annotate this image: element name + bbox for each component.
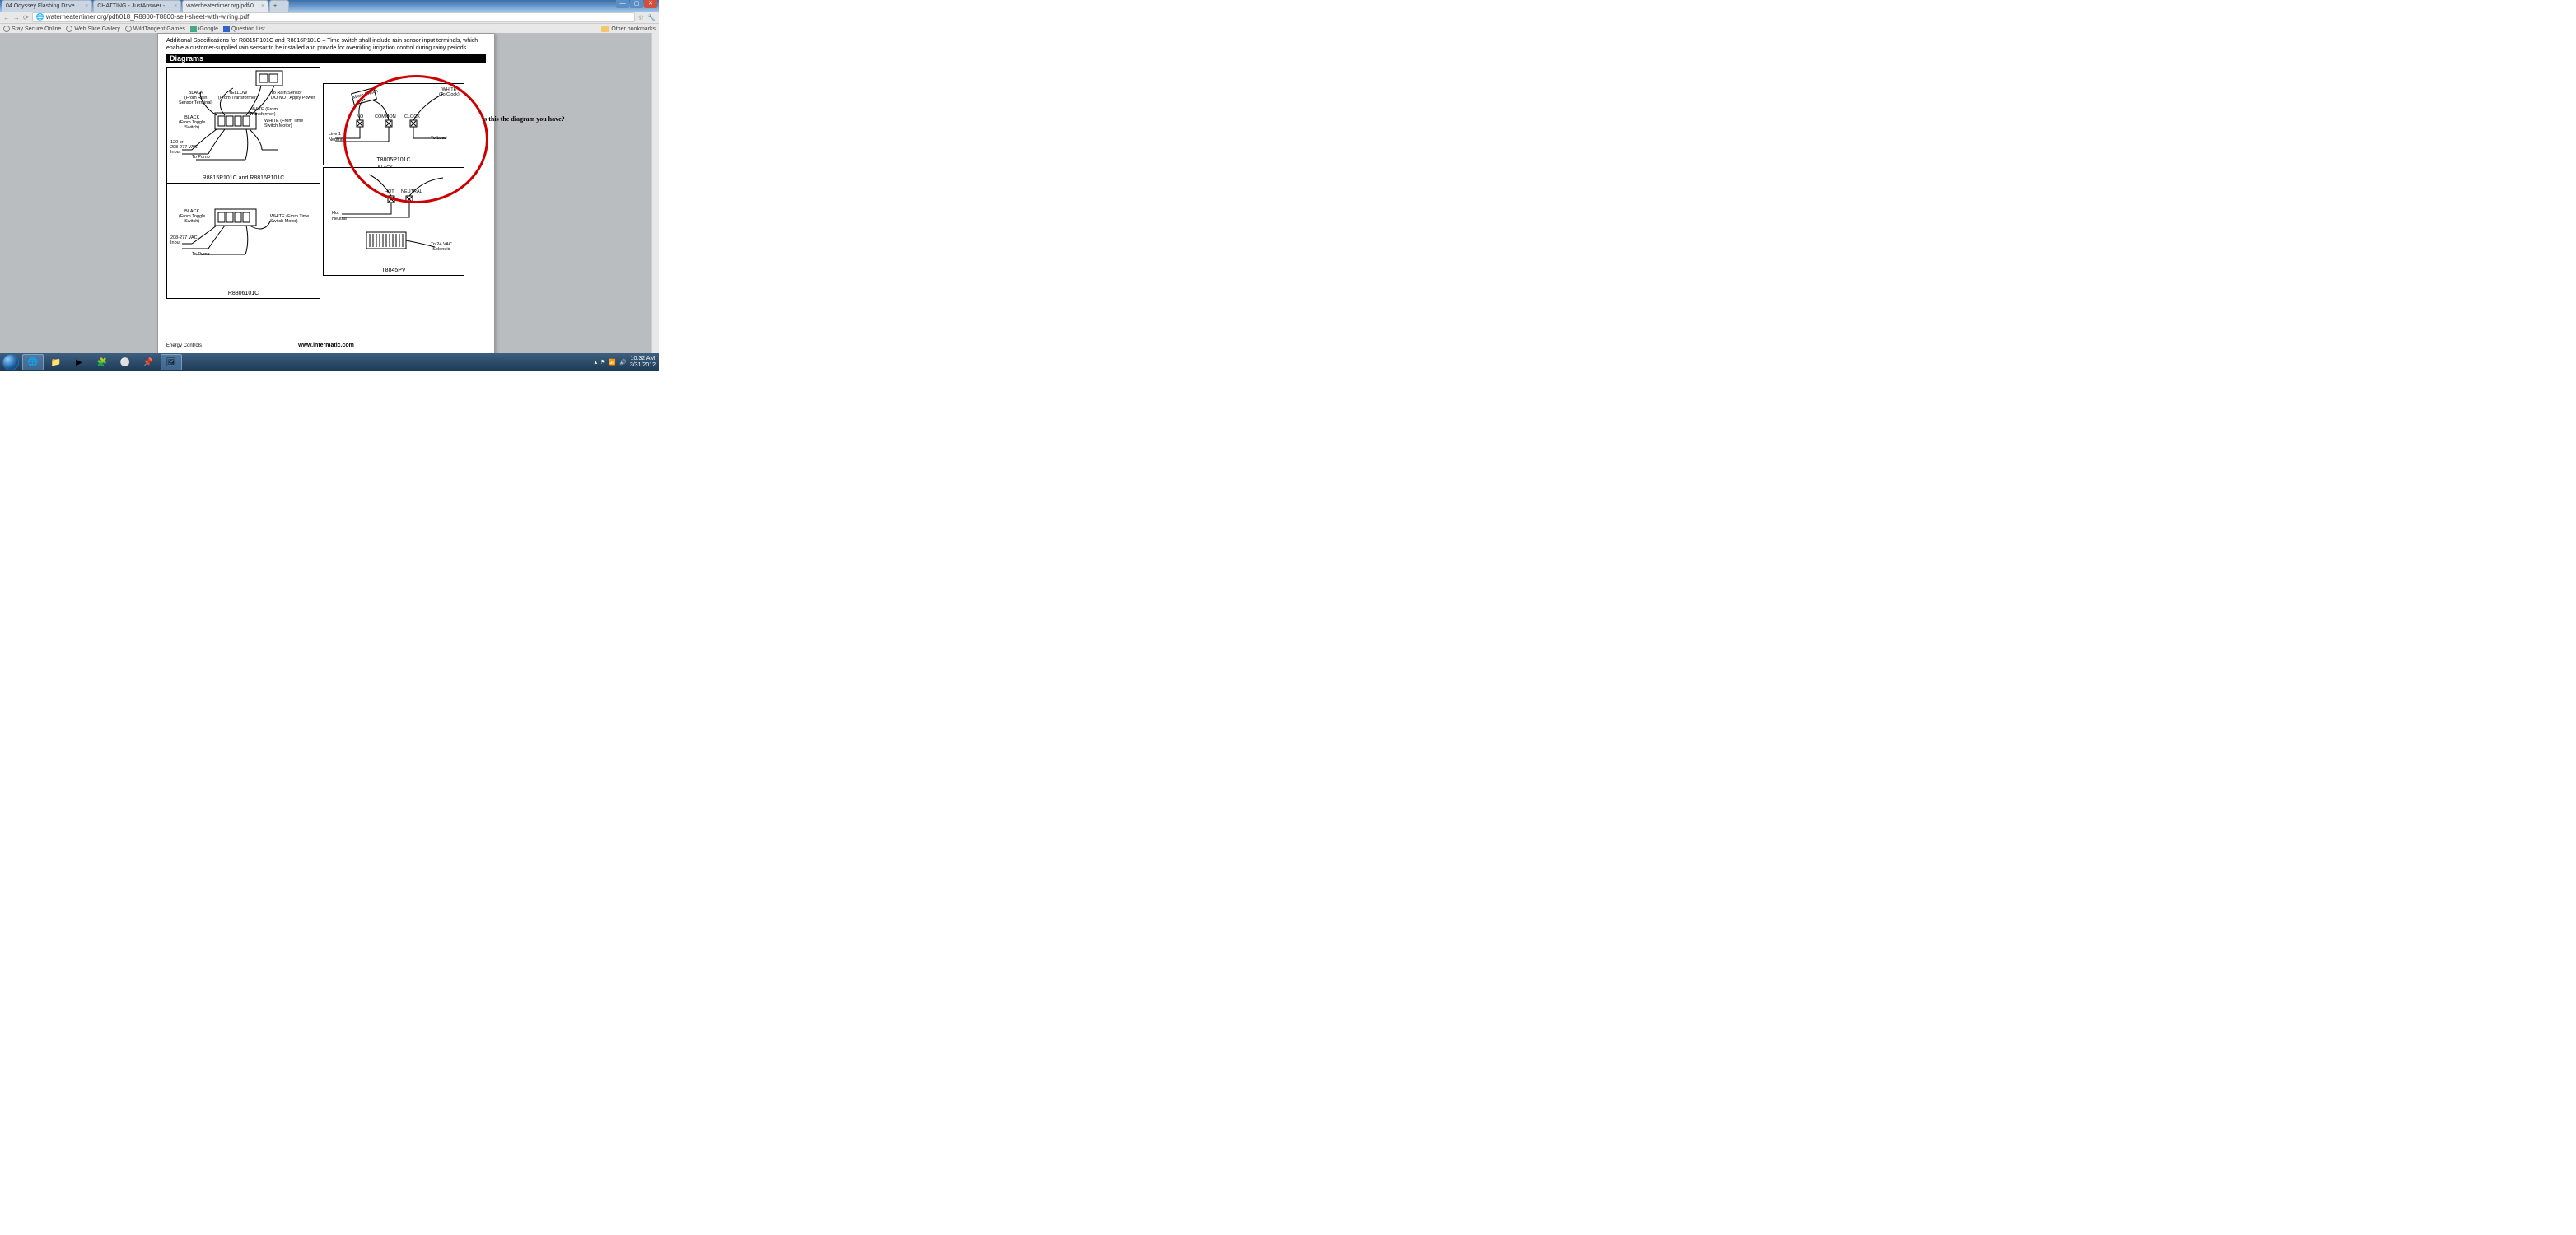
bookmark-wildtangent[interactable]: WildTangent Games xyxy=(125,26,185,32)
diagram-r8815-r8816: BLACK(From RainSensor Terminal) YELLOW(F… xyxy=(166,67,320,184)
wiring-svg xyxy=(324,168,464,275)
label-solenoid: To 24 VACSolenoid xyxy=(431,242,452,252)
taskbar-pin[interactable]: 📌 xyxy=(138,354,159,370)
clock-date: 3/31/2012 xyxy=(630,362,656,369)
label-neutral: Neutral xyxy=(329,137,343,142)
tray-flag-icon[interactable]: ⚑ xyxy=(600,359,605,366)
label-to-load: To Load xyxy=(431,136,447,141)
taskbar-media[interactable]: ▶ xyxy=(68,354,90,370)
folder-icon xyxy=(601,26,609,32)
other-bookmarks[interactable]: Other bookmarks xyxy=(601,26,656,32)
url-input[interactable]: 🌐 waterheatertimer.org/pdf/018_R8800-T88… xyxy=(32,12,635,22)
new-tab-button[interactable]: + xyxy=(269,0,289,12)
tab-label: 04 Odyssey Flashing Drive l… xyxy=(6,2,83,11)
diagram-t8805: Micro Switch WHITE(To Clock) NO COMMON C… xyxy=(323,83,464,165)
diagram-t8845: HOT NEUTRAL Hot Neutral To 24 VACSolenoi… xyxy=(323,167,464,276)
clock-time: 10:32 AM xyxy=(630,356,656,362)
label-white-motor: WHITE (From TimeSwitch Motor) xyxy=(270,214,309,224)
app-icon xyxy=(190,26,197,32)
tab-label: CHATTING - JustAnswer - … xyxy=(97,2,172,11)
label-line1: Line 1 xyxy=(329,132,341,137)
tray-volume-icon[interactable]: 🔊 xyxy=(619,359,627,366)
tray-network-icon[interactable]: 📶 xyxy=(609,359,616,366)
close-tab-icon[interactable]: × xyxy=(261,2,264,11)
start-button[interactable] xyxy=(0,353,21,371)
reload-button[interactable]: ⟳ xyxy=(23,14,29,21)
label-neutral-t: NEUTRAL xyxy=(401,189,422,194)
diagrams-header: Diagrams xyxy=(166,54,486,63)
window-buttons: — ▢ ✕ xyxy=(615,0,657,8)
globe-icon: 🌐 xyxy=(36,13,44,21)
taskbar-explorer[interactable]: 📁 xyxy=(45,354,67,370)
spec-paragraph: Additional Specifications for R8815P101C… xyxy=(158,34,494,54)
label-black-toggle: BLACK(From ToggleSwitch) xyxy=(179,115,205,130)
globe-icon xyxy=(125,26,132,32)
label-white-motor: WHITE (From TimeSwitch Motor) xyxy=(264,119,303,128)
label-hot-t: HOT xyxy=(385,189,394,194)
bookmark-star-icon[interactable]: ☆ xyxy=(638,14,644,21)
label-clock: CLOCK xyxy=(404,114,420,119)
label-rain-sensor: To Rain SensorDO NOT Apply Power xyxy=(271,91,315,100)
browser-tab-2[interactable]: waterheatertimer.org/pdf/0… × xyxy=(182,0,268,12)
label-neutral: Neutral xyxy=(332,217,347,221)
label-vac: 208-277 VACInput xyxy=(170,235,198,245)
system-tray[interactable]: ▴ ⚑ 📶 🔊 10:32 AM 3/31/2012 xyxy=(595,356,659,369)
browser-tab-0[interactable]: 04 Odyssey Flashing Drive l… × xyxy=(2,0,92,12)
app-icon xyxy=(223,26,230,32)
taskbar-app1[interactable]: 🧩 xyxy=(91,354,113,370)
maximize-button[interactable]: ▢ xyxy=(630,0,643,8)
url-text: waterheatertimer.org/pdf/018_R8800-T8800… xyxy=(46,13,249,21)
bookmark-igoogle[interactable]: iGoogle xyxy=(190,26,218,32)
diagram3-caption: T8805P101C xyxy=(324,157,464,163)
tray-chevron-icon[interactable]: ▴ xyxy=(595,359,598,366)
label-pump: To Pump xyxy=(192,252,210,257)
close-window-button[interactable]: ✕ xyxy=(644,0,657,8)
windows-taskbar: 🌐 📁 ▶ 🧩 ⚪ 📌 🖼 ▴ ⚑ 📶 🔊 10:32 AM 3/31/2012 xyxy=(0,353,659,371)
diagram4-caption: T8845PV xyxy=(324,268,464,273)
label-hot: Hot xyxy=(332,211,339,216)
browser-tabs: 04 Odyssey Flashing Drive l… × CHATTING … xyxy=(2,0,290,12)
window-titlebar: 04 Odyssey Flashing Drive l… × CHATTING … xyxy=(0,0,659,12)
windows-orb-icon xyxy=(2,354,19,370)
browser-toolbar: ← → ⟳ 🌐 waterheatertimer.org/pdf/018_R88… xyxy=(0,12,659,24)
annotation-text: Is this the diagram you have? xyxy=(482,115,565,123)
globe-icon xyxy=(66,26,72,32)
diagram1-caption: R8815P101C and R8816P101C xyxy=(167,175,320,181)
close-tab-icon[interactable]: × xyxy=(174,2,177,11)
label-black-toggle: BLACK(From ToggleSwitch) xyxy=(179,209,205,224)
pdf-page: Additional Specifications for R8815P101C… xyxy=(157,33,495,354)
label-white-clock: WHITE(To Clock) xyxy=(439,87,460,97)
taskbar-paint[interactable]: 🖼 xyxy=(161,354,182,370)
close-tab-icon[interactable]: × xyxy=(85,2,88,11)
label-black-rain: BLACK(From RainSensor Terminal) xyxy=(179,91,212,105)
diagram-r8806: BLACK(From ToggleSwitch) WHITE (From Tim… xyxy=(166,184,320,299)
tab-label: waterheatertimer.org/pdf/0… xyxy=(186,2,259,11)
label-yellow: YELLOW(From Transformer) xyxy=(218,91,258,100)
taskbar-app2[interactable]: ⚪ xyxy=(114,354,136,370)
taskbar-chrome[interactable]: 🌐 xyxy=(22,354,44,370)
label-vac: 120 or208-277 VACInput xyxy=(170,140,198,155)
footer-site: www.intermatic.com xyxy=(158,343,494,348)
label-no: NO xyxy=(357,114,363,119)
label-white-xfmr: WHITE (FromTransformer) xyxy=(250,107,278,117)
pdf-viewport[interactable]: Additional Specifications for R8815P101C… xyxy=(0,33,659,353)
screenshot-root: 04 Odyssey Flashing Drive l… × CHATTING … xyxy=(0,0,659,371)
bookmark-question-list[interactable]: Question List xyxy=(223,26,265,32)
globe-icon xyxy=(3,26,10,32)
label-common: COMMON xyxy=(375,114,396,119)
wrench-icon[interactable]: 🔧 xyxy=(647,14,656,21)
label-pump: To Pump xyxy=(192,155,210,160)
bookmark-web-slice[interactable]: Web Slice Gallery xyxy=(66,26,120,32)
forward-button[interactable]: → xyxy=(13,14,20,21)
bookmark-stay-secure[interactable]: Stay Secure Online xyxy=(3,26,61,32)
scrollbar[interactable] xyxy=(651,33,659,353)
taskbar-clock[interactable]: 10:32 AM 3/31/2012 xyxy=(630,356,656,369)
minimize-button[interactable]: — xyxy=(616,0,629,8)
diagram2-caption: R8806101C xyxy=(167,291,320,296)
browser-tab-1[interactable]: CHATTING - JustAnswer - … × xyxy=(93,0,181,12)
back-button[interactable]: ← xyxy=(3,14,10,21)
